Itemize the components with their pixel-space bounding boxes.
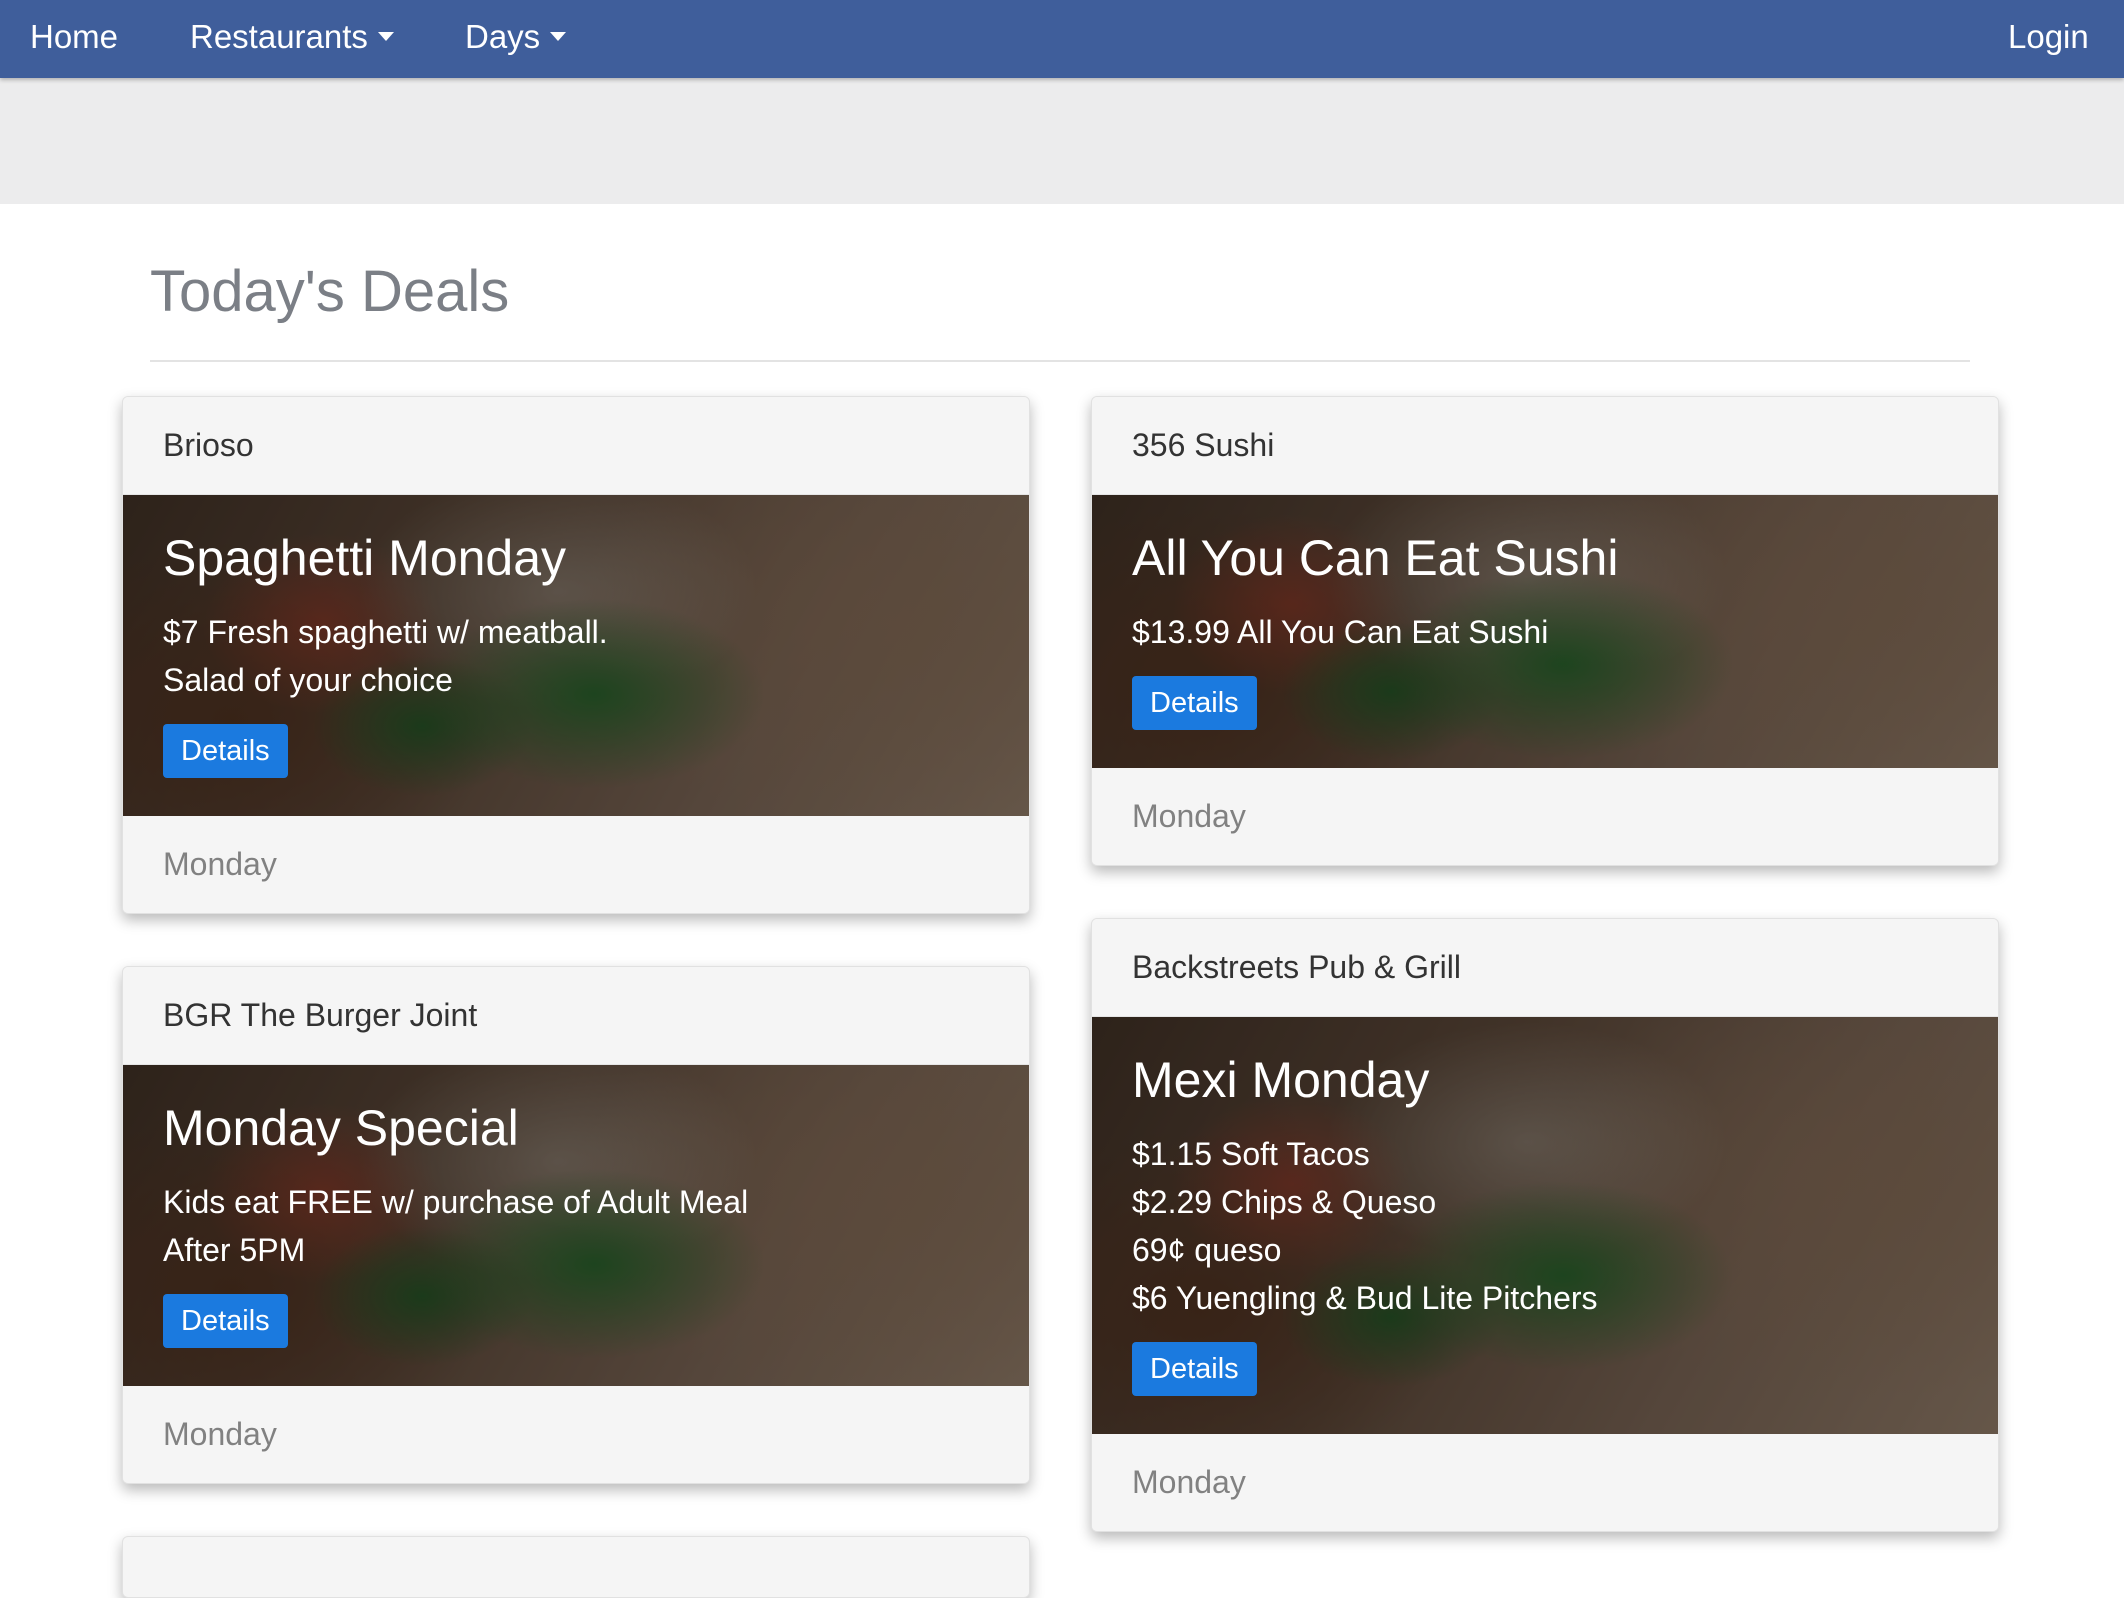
deal-card-backstreets: Backstreets Pub & Grill Mexi Monday $1.1… (1091, 918, 1999, 1532)
card-day-label: Monday (123, 816, 1029, 913)
details-button[interactable]: Details (1132, 1342, 1257, 1396)
deal-title: Spaghetti Monday (163, 530, 567, 586)
header-band (0, 78, 2124, 204)
deal-title: All You Can Eat Sushi (1132, 530, 1619, 586)
deal-description-line: Kids eat FREE w/ purchase of Adult Meal (163, 1184, 749, 1220)
nav-restaurants-dropdown[interactable]: Restaurants (190, 0, 394, 78)
deal-description-line: $6 Yuengling & Bud Lite Pitchers (1132, 1280, 1598, 1316)
details-button[interactable]: Details (1132, 676, 1257, 730)
nav-home-link[interactable]: Home (30, 0, 118, 78)
details-button[interactable]: Details (163, 724, 288, 778)
deal-card-356-sushi: 356 Sushi All You Can Eat Sushi $13.99 A… (1091, 396, 1999, 866)
deal-card-partial (122, 1536, 1030, 1598)
card-image-panel: Spaghetti Monday $7 Fresh spaghetti w/ m… (123, 495, 1029, 816)
chevron-down-icon (550, 31, 567, 41)
title-divider (150, 360, 1970, 362)
nav-login-link[interactable]: Login (2008, 0, 2089, 78)
nav-days-dropdown[interactable]: Days (465, 0, 567, 78)
card-day-label: Monday (123, 1386, 1029, 1483)
page-title: Today's Deals (150, 259, 510, 324)
card-restaurant-name: 356 Sushi (1092, 397, 1998, 495)
deal-description-line: $7 Fresh spaghetti w/ meatball. (163, 614, 608, 650)
card-image-panel: All You Can Eat Sushi $13.99 All You Can… (1092, 495, 1998, 768)
nav-restaurants-label: Restaurants (190, 18, 368, 55)
deal-card-brioso: Brioso Spaghetti Monday $7 Fresh spaghet… (122, 396, 1030, 914)
card-restaurant-name: Brioso (123, 397, 1029, 495)
deal-description-line: 69¢ queso (1132, 1232, 1282, 1268)
deal-description-line: $1.15 Soft Tacos (1132, 1136, 1370, 1172)
deal-title: Mexi Monday (1132, 1052, 1430, 1108)
deal-description-line: After 5PM (163, 1232, 306, 1268)
chevron-down-icon (377, 31, 394, 41)
deal-description-line: Salad of your choice (163, 662, 453, 698)
deal-description-line: $13.99 All You Can Eat Sushi (1132, 614, 1549, 650)
deal-card-bgr: BGR The Burger Joint Monday Special Kids… (122, 966, 1030, 1484)
deal-description-line: $2.29 Chips & Queso (1132, 1184, 1437, 1220)
card-day-label: Monday (1092, 1434, 1998, 1531)
details-button[interactable]: Details (163, 1294, 288, 1348)
card-day-label: Monday (1092, 768, 1998, 865)
nav-days-label: Days (465, 18, 541, 55)
deal-title: Monday Special (163, 1100, 519, 1156)
card-restaurant-name: Backstreets Pub & Grill (1092, 919, 1998, 1017)
card-restaurant-name: BGR The Burger Joint (123, 967, 1029, 1065)
card-image-panel: Mexi Monday $1.15 Soft Tacos $2.29 Chips… (1092, 1017, 1998, 1434)
card-image-panel: Monday Special Kids eat FREE w/ purchase… (123, 1065, 1029, 1386)
top-navbar: Home Restaurants Days Login (0, 0, 2124, 78)
